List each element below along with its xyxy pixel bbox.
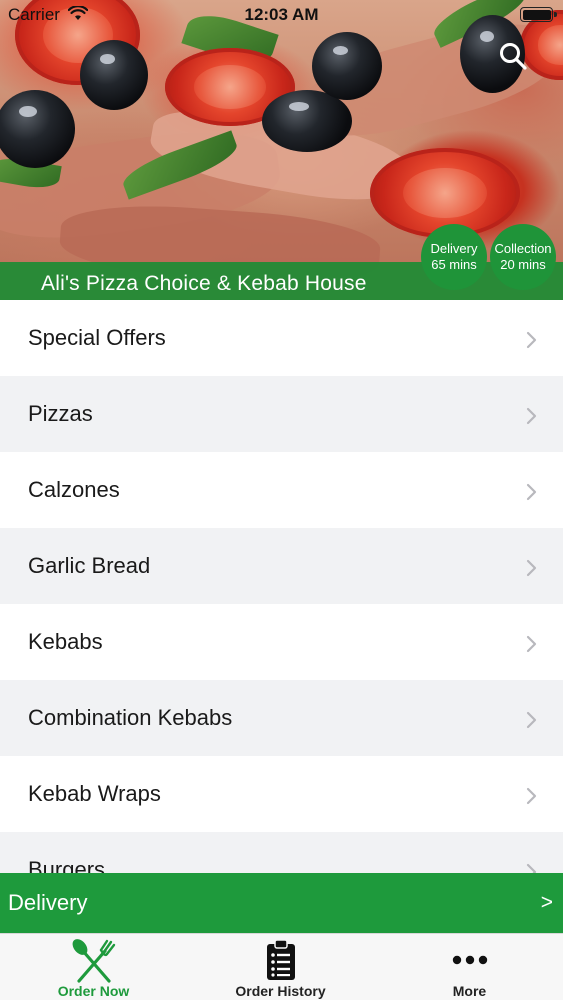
- restaurant-name: Ali's Pizza Choice & Kebab House: [41, 272, 367, 295]
- list-item[interactable]: Pizzas: [0, 376, 563, 452]
- category-label: Kebab Wraps: [28, 781, 161, 806]
- tab-order-now-label: Order Now: [57, 983, 130, 999]
- chevron-right-icon: [526, 559, 537, 577]
- delivery-time-badge: Delivery 65 mins: [421, 224, 487, 290]
- olive: [262, 90, 352, 152]
- clipboard-list-icon: [266, 939, 295, 980]
- category-label: Kebabs: [28, 629, 103, 654]
- more-dots-icon: [452, 955, 487, 965]
- status-bar: Carrier 12:03 AM: [0, 0, 563, 30]
- collection-badge-time: 20 mins: [500, 257, 546, 272]
- category-label: Pizzas: [28, 401, 93, 426]
- delivery-arrow-icon: >: [540, 891, 553, 914]
- fork-knife-icon: [72, 939, 115, 983]
- chevron-right-icon: [526, 863, 537, 873]
- tab-order-now[interactable]: Order Now: [0, 934, 187, 1000]
- menu-category-list: Special Offers Pizzas Calzones Garlic Br…: [0, 300, 563, 873]
- search-icon[interactable]: [497, 40, 529, 72]
- category-label: Combination Kebabs: [28, 705, 233, 730]
- tab-more[interactable]: More: [376, 934, 563, 1000]
- tab-more-label: More: [452, 983, 487, 999]
- olive: [312, 32, 382, 100]
- tab-bar: Order Now Order History More: [0, 933, 563, 1000]
- battery-icon: [520, 7, 557, 22]
- chevron-right-icon: [526, 787, 537, 805]
- list-item[interactable]: Kebabs: [0, 604, 563, 680]
- chevron-right-icon: [526, 483, 537, 501]
- header-banner: Carrier 12:03 AM Ali's Pizza Choice & Ke…: [0, 0, 563, 300]
- collection-badge-label: Collection: [494, 241, 552, 256]
- list-item[interactable]: Calzones: [0, 452, 563, 528]
- list-item[interactable]: Kebab Wraps: [0, 756, 563, 832]
- delivery-badge-time: 65 mins: [431, 257, 477, 272]
- category-label: Garlic Bread: [28, 553, 151, 578]
- list-item[interactable]: Combination Kebabs: [0, 680, 563, 756]
- list-item[interactable]: Garlic Bread: [0, 528, 563, 604]
- delivery-mode-label: Delivery: [8, 890, 88, 915]
- tab-order-history-label: Order History: [235, 983, 326, 999]
- category-label: Special Offers: [28, 325, 166, 350]
- olive: [80, 40, 148, 110]
- clock: 12:03 AM: [244, 5, 319, 24]
- collection-time-badge: Collection 20 mins: [490, 224, 556, 290]
- category-label: Calzones: [28, 477, 120, 502]
- delivery-mode-bar[interactable]: Delivery >: [0, 873, 563, 933]
- category-label: Burgers: [28, 857, 106, 873]
- chevron-right-icon: [526, 407, 537, 425]
- chevron-right-icon: [526, 635, 537, 653]
- chevron-right-icon: [526, 711, 537, 729]
- delivery-badge-label: Delivery: [430, 241, 478, 256]
- chevron-right-icon: [526, 331, 537, 349]
- list-item[interactable]: Special Offers: [0, 300, 563, 376]
- tab-order-history[interactable]: Order History: [187, 934, 374, 1000]
- list-item[interactable]: Burgers: [0, 832, 563, 873]
